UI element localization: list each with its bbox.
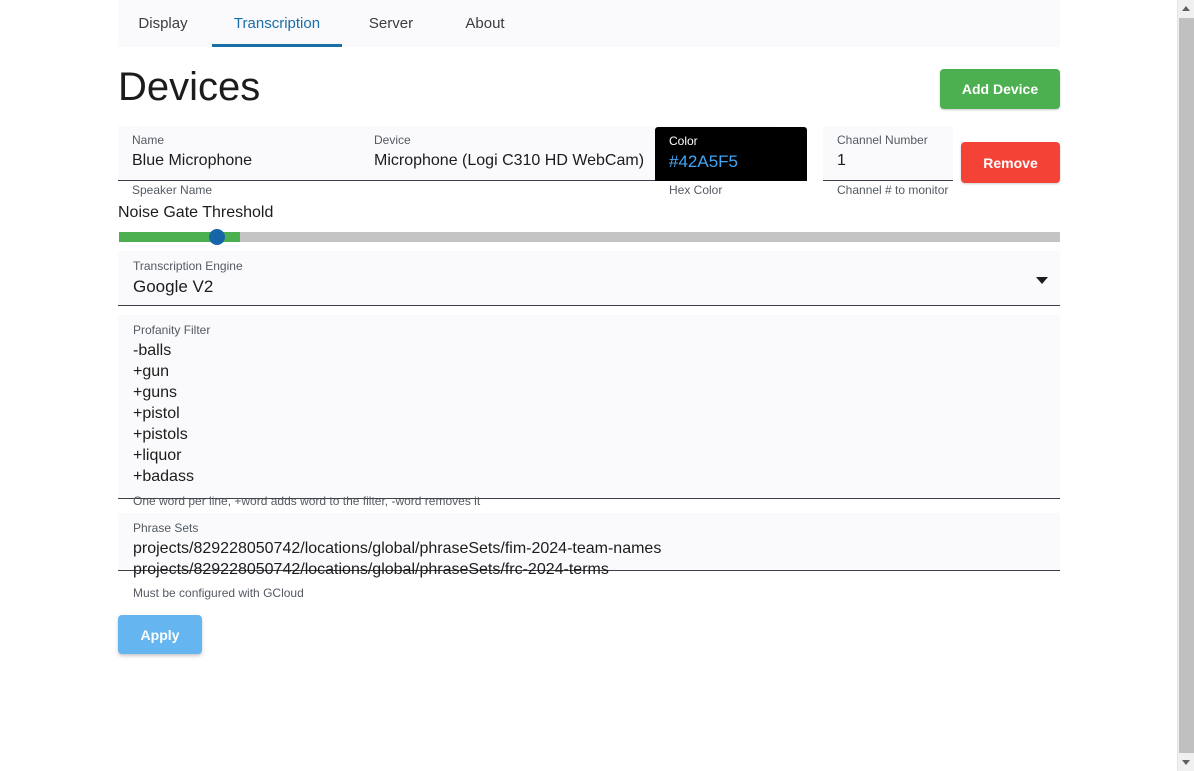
device-channel-helper: Channel # to monitor: [837, 183, 949, 197]
tab-server[interactable]: Server: [346, 0, 436, 47]
device-color-field[interactable]: Color #42A5F5: [655, 127, 807, 181]
device-channel-field[interactable]: Channel Number 1: [823, 126, 953, 181]
device-color-helper: Hex Color: [669, 183, 723, 197]
profanity-line: +gun: [133, 363, 170, 380]
profanity-line: +guns: [133, 384, 178, 401]
page-header: Devices Add Device: [118, 58, 1060, 120]
transcription-engine-label: Transcription Engine: [133, 259, 243, 273]
tab-transcription[interactable]: Transcription: [212, 0, 342, 47]
profanity-filter-label: Profanity Filter: [133, 323, 211, 337]
phrase-sets-value: projects/829228050742/locations/global/p…: [133, 538, 1045, 580]
transcription-engine-value: Google V2: [133, 277, 214, 296]
tab-about[interactable]: About: [440, 0, 530, 47]
device-name-value: Blue Microphone: [132, 152, 253, 169]
slider-thumb[interactable]: [209, 229, 225, 245]
tab-server-label: Server: [368, 15, 414, 32]
tab-display[interactable]: Display: [118, 0, 208, 47]
profanity-filter-value: -balls +gun +guns +pistol +pistols +liqu…: [133, 340, 1045, 487]
scroll-down-icon[interactable]: [1178, 754, 1194, 771]
device-name-label: Name: [132, 133, 165, 147]
phrase-set-line: projects/829228050742/locations/global/p…: [133, 561, 609, 578]
noise-gate-label: Noise Gate Threshold: [118, 204, 274, 221]
scrollbar-thumb[interactable]: [1179, 18, 1194, 753]
device-name-helper: Speaker Name: [132, 183, 213, 197]
app-viewport: Display Transcription Server About Devic…: [0, 0, 1177, 771]
slider-track[interactable]: [119, 232, 1060, 242]
add-device-button[interactable]: Add Device: [940, 69, 1060, 109]
profanity-line: +pistols: [133, 426, 188, 443]
active-tab-underline: [212, 44, 342, 47]
profanity-filter-field[interactable]: Profanity Filter -balls +gun +guns +pist…: [118, 315, 1060, 499]
scroll-up-icon[interactable]: [1178, 0, 1194, 17]
phrase-sets-field[interactable]: Phrase Sets projects/829228050742/locati…: [118, 513, 1060, 578]
remove-device-button[interactable]: Remove: [961, 142, 1060, 183]
profanity-line: +pistol: [133, 405, 180, 422]
profanity-line: +liquor: [133, 447, 182, 464]
device-color-value: #42A5F5: [669, 152, 738, 171]
profanity-filter-helper: One word per line, +word adds word to th…: [133, 494, 481, 508]
chevron-down-icon[interactable]: [1036, 277, 1048, 284]
phrase-set-line: projects/829228050742/locations/global/p…: [133, 540, 662, 557]
apply-button[interactable]: Apply: [118, 615, 202, 654]
vertical-scrollbar[interactable]: [1177, 0, 1194, 771]
profanity-line: +badass: [133, 468, 194, 485]
tab-about-label: About: [465, 15, 505, 32]
phrase-sets-helper: Must be configured with GCloud: [133, 586, 304, 600]
device-channel-value: 1: [837, 152, 846, 169]
device-name-field[interactable]: Name Blue Microphone: [118, 126, 360, 181]
tab-display-label: Display: [138, 15, 188, 32]
profanity-line: -balls: [133, 342, 172, 359]
phrase-sets-label: Phrase Sets: [133, 521, 199, 535]
transcription-engine-field[interactable]: Transcription Engine Google V2: [118, 251, 1060, 306]
page-title: Devices: [118, 65, 261, 109]
noise-gate-section: Noise Gate Threshold: [118, 202, 1060, 246]
device-color-label: Color: [669, 134, 698, 148]
noise-gate-slider[interactable]: [118, 228, 1060, 246]
device-row: Name Blue Microphone Device Microphone (…: [118, 126, 1060, 197]
tab-transcription-label: Transcription: [233, 15, 321, 32]
tab-bar: Display Transcription Server About: [118, 0, 1060, 47]
device-channel-label: Channel Number: [837, 133, 928, 147]
